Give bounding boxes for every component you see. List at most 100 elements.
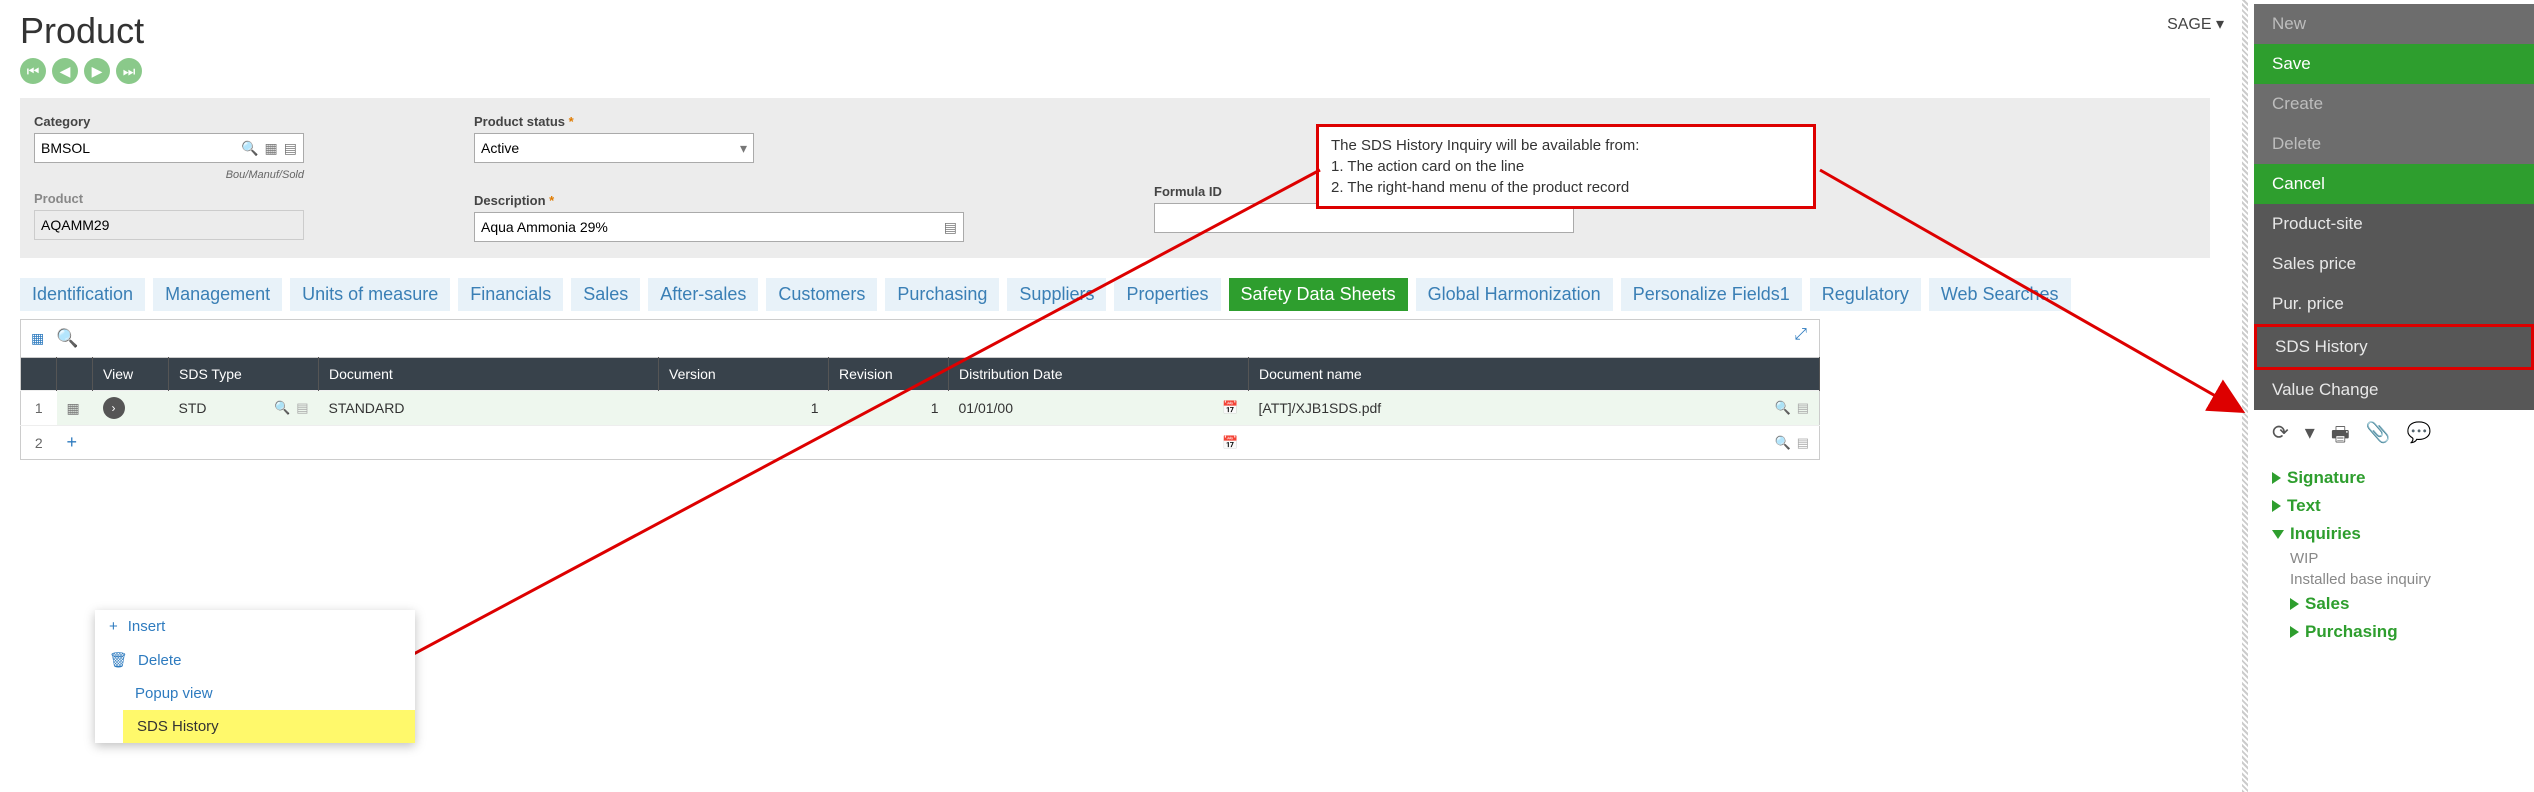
tab-purchasing[interactable]: Purchasing [885,278,999,311]
sidebar-icon-row: ⟳ ▾ 🖶 📎 💬 [2254,410,2534,464]
nav-first-icon[interactable]: ⏮ [20,58,46,84]
row-action-cell[interactable]: ▦ [57,391,93,426]
status-label: Product status * [474,114,974,129]
new-button: New [2254,4,2534,44]
search-icon[interactable]: 🔍 [1775,400,1791,416]
triangle-right-icon [2290,626,2299,638]
tab-websearches[interactable]: Web Searches [1929,278,2071,311]
category-input-wrap: 🔍 ▦ ▤ [34,133,304,163]
tab-financials[interactable]: Financials [458,278,563,311]
pur-price-button[interactable]: Pur. price [2254,284,2534,324]
product-input-wrap [34,210,304,240]
category-input[interactable] [41,140,235,156]
link-sales[interactable]: Sales [2254,590,2534,618]
col-action [57,358,93,391]
table-row[interactable]: 2 + 📅 🔍 ▤ [21,426,1820,460]
link-installed-base[interactable]: Installed base inquiry [2254,569,2534,590]
row-number: 2 [21,426,57,460]
search-icon[interactable]: 🔍 [1775,435,1791,451]
plus-icon: + [109,618,118,635]
row-number: 1 [21,391,57,426]
cell-version: 1 [659,391,829,426]
tab-units[interactable]: Units of measure [290,278,450,311]
triangle-right-icon [2272,500,2281,512]
comment-icon[interactable]: 💬 [2407,420,2432,454]
nav-last-icon[interactable]: ⏭ [116,58,142,84]
calendar-icon[interactable]: 📅 [1222,400,1238,416]
grid-header-row: View SDS Type Document Version Revision … [21,358,1820,391]
tab-ghs[interactable]: Global Harmonization [1416,278,1613,311]
cancel-button[interactable]: Cancel [2254,164,2534,204]
tab-properties[interactable]: Properties [1114,278,1220,311]
row-context-menu: +Insert 🗑Delete Popup view SDS History [95,610,415,743]
link-inquiries[interactable]: Inquiries [2254,520,2534,548]
category-helper: Bou/Manuf/Sold [34,169,304,181]
menu-delete[interactable]: 🗑Delete [95,643,415,677]
cell-distdate: 01/01/00 [959,400,1014,416]
tab-suppliers[interactable]: Suppliers [1007,278,1106,311]
tab-customers[interactable]: Customers [766,278,877,311]
product-label: Product [34,191,414,206]
tab-sds[interactable]: Safety Data Sheets [1229,278,1408,311]
tab-strip: Identification Management Units of measu… [20,278,2210,311]
menu-sds-history[interactable]: SDS History [123,710,415,743]
chevron-down-icon: ▾ [740,140,747,157]
chevron-down-icon[interactable]: ▾ [2305,420,2315,454]
tab-sales[interactable]: Sales [571,278,640,311]
refresh-icon[interactable]: ⟳ [2272,420,2289,454]
formula-input[interactable] [1161,210,1567,226]
cell-sdstype: STD [179,400,207,416]
tab-management[interactable]: Management [153,278,282,311]
col-view: View [93,358,169,391]
fullscreen-icon[interactable]: ⤢ [1794,326,1807,344]
triangle-right-icon [2272,472,2281,484]
search-icon[interactable]: 🔍 [241,140,258,157]
sales-price-button[interactable]: Sales price [2254,244,2534,284]
description-input[interactable] [481,219,938,235]
tab-identification[interactable]: Identification [20,278,145,311]
link-signature[interactable]: Signature [2254,464,2534,492]
col-sdstype: SDS Type [169,358,319,391]
tab-regulatory[interactable]: Regulatory [1810,278,1921,311]
table-icon[interactable]: ▦ [31,330,44,347]
callout-line: 2. The right-hand menu of the product re… [1331,177,1801,198]
print-icon[interactable]: 🖶 [2331,420,2350,454]
sds-grid: View SDS Type Document Version Revision … [20,357,1820,460]
product-site-button[interactable]: Product-site [2254,204,2534,244]
cell-document: STANDARD [319,391,659,426]
link-purchasing[interactable]: Purchasing [2254,618,2534,646]
menu-insert[interactable]: +Insert [95,610,415,643]
status-select[interactable]: ▾ [474,133,754,163]
sds-history-button[interactable]: SDS History [2254,324,2534,370]
card-icon[interactable]: ▦ [67,400,80,416]
list-icon[interactable]: ▤ [1797,400,1809,416]
value-change-button[interactable]: Value Change [2254,370,2534,410]
list-icon[interactable]: ▤ [284,140,297,157]
save-button[interactable]: Save [2254,44,2534,84]
link-wip[interactable]: WIP [2254,548,2534,569]
link-text[interactable]: Text [2254,492,2534,520]
search-icon[interactable]: 🔍 [274,400,290,416]
product-input [41,217,297,233]
nav-prev-icon[interactable]: ◀ [52,58,78,84]
table-row[interactable]: 1 ▦ › STD🔍▤ STANDARD 1 1 01/01/00📅 [ATT]… [21,391,1820,426]
card-icon[interactable]: ▦ [265,140,278,157]
callout-line: The SDS History Inquiry will be availabl… [1331,135,1801,156]
view-button[interactable]: › [103,397,125,419]
expand-field-icon[interactable]: ▤ [944,219,957,236]
tab-aftersales[interactable]: After-sales [648,278,758,311]
tab-personalize[interactable]: Personalize Fields1 [1621,278,1802,311]
list-icon[interactable]: ▤ [1797,435,1809,451]
col-version: Version [659,358,829,391]
plus-icon[interactable]: + [67,432,78,452]
brand-menu[interactable]: SAGE ▾ [2167,14,2224,34]
nav-next-icon[interactable]: ▶ [84,58,110,84]
menu-popup-view[interactable]: Popup view [95,677,415,710]
search-icon[interactable]: 🔍 [56,328,78,349]
panel-divider[interactable] [2242,0,2248,792]
col-revision: Revision [829,358,949,391]
calendar-icon[interactable]: 📅 [1222,435,1238,451]
attachment-icon[interactable]: 📎 [2366,420,2391,454]
list-icon[interactable]: ▤ [296,400,308,416]
triangle-right-icon [2290,598,2299,610]
